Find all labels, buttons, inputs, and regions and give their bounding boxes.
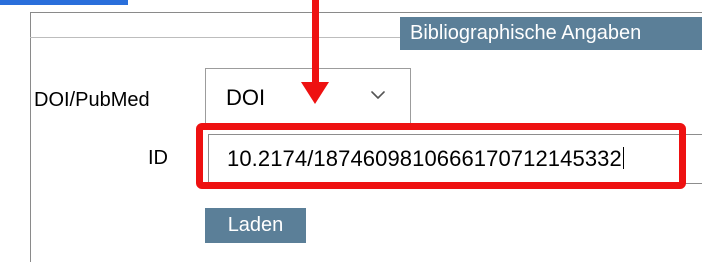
top-accent-bar: [0, 0, 128, 5]
load-button[interactable]: Laden: [205, 208, 306, 243]
id-input-text: 10.2174/1874609810666170712145332: [227, 145, 624, 173]
id-input[interactable]: 10.2174/1874609810666170712145332: [208, 134, 702, 184]
source-type-selected-value: DOI: [226, 85, 266, 110]
text-cursor: [622, 147, 624, 169]
id-input-value: 10.2174/1874609810666170712145332: [227, 146, 622, 171]
source-type-select[interactable]: DOI: [205, 68, 411, 127]
chevron-down-icon: [371, 91, 385, 99]
section-header-bibliographic: Bibliographische Angaben: [400, 17, 702, 50]
id-label: ID: [148, 147, 168, 169]
source-type-label: DOI/PubMed: [34, 89, 150, 111]
